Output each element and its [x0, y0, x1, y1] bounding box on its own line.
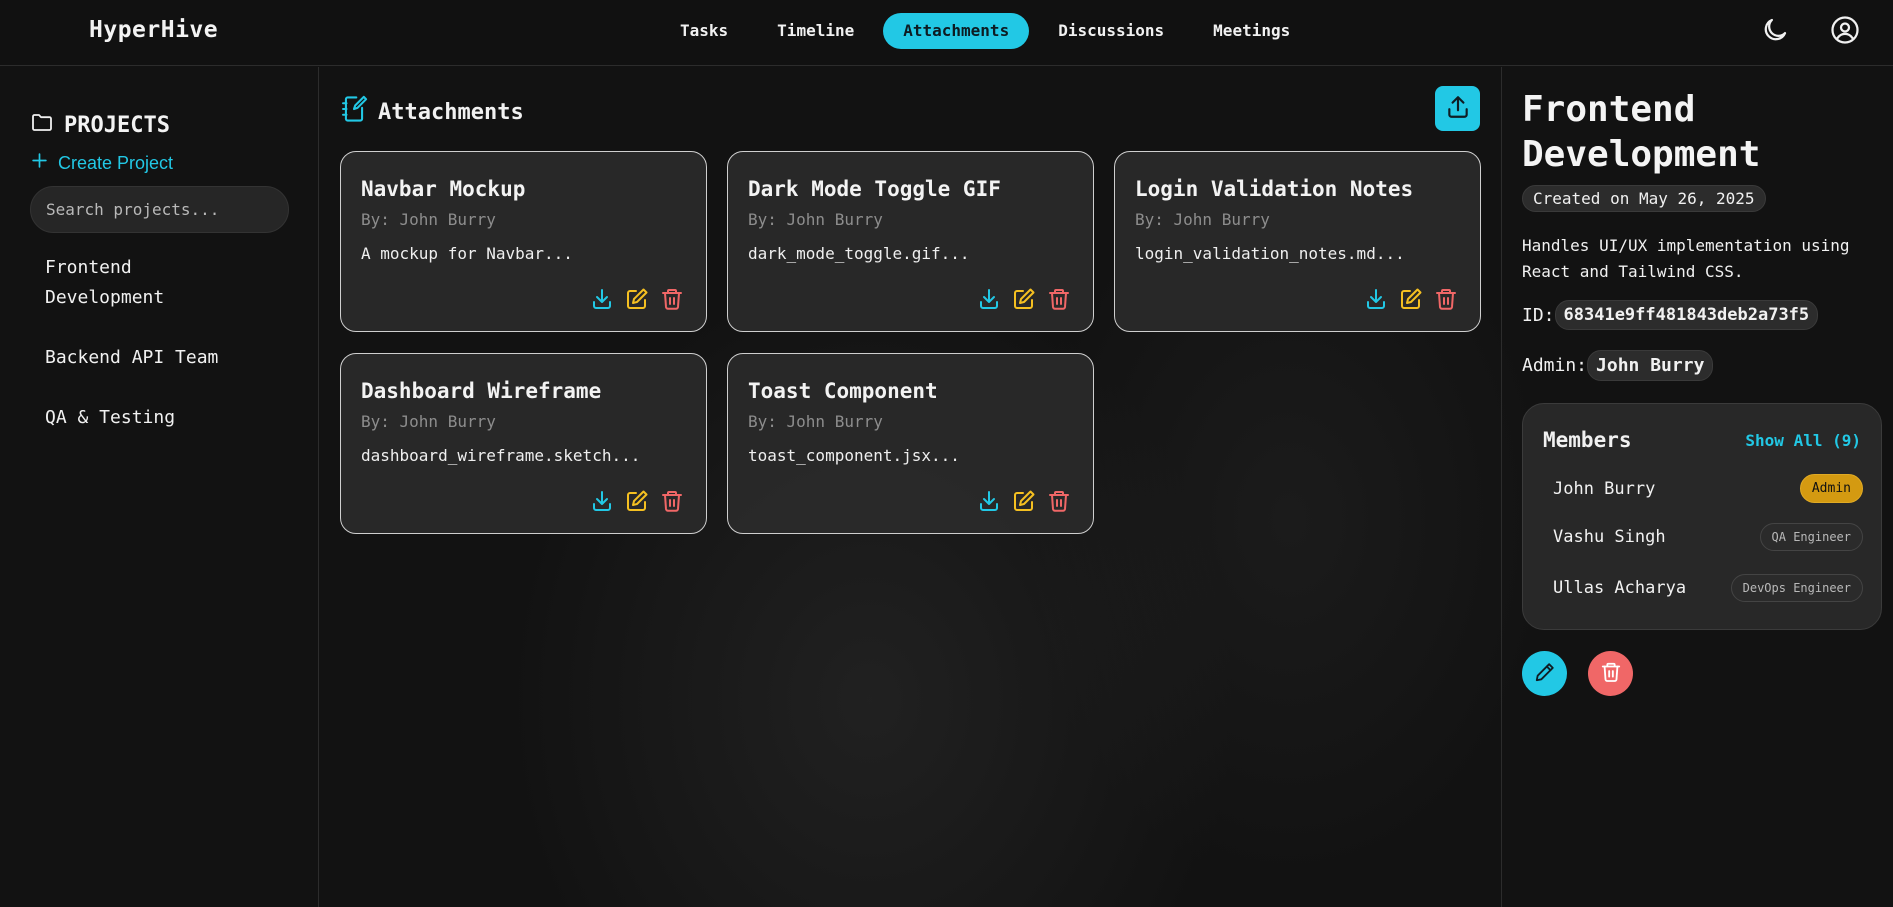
- attachment-title: Toast Component: [748, 379, 938, 403]
- nav-tab-discussions[interactable]: Discussions: [1038, 13, 1184, 49]
- nav-tab-attachments[interactable]: Attachments: [883, 13, 1030, 49]
- attachments-heading: Attachments: [340, 94, 524, 130]
- member-role-badge: Admin: [1799, 474, 1863, 503]
- create-project-button[interactable]: Create Project: [31, 152, 173, 174]
- edit-icon[interactable]: [625, 287, 649, 311]
- project-id-label: ID:: [1522, 304, 1555, 326]
- attachment-actions: [977, 287, 1071, 311]
- attachment-title: Login Validation Notes: [1135, 177, 1414, 201]
- project-item-qa-testing[interactable]: QA & Testing: [45, 403, 295, 433]
- edit-icon[interactable]: [1399, 287, 1423, 311]
- project-item-frontend-development[interactable]: Frontend Development: [45, 253, 175, 313]
- user-circle-icon[interactable]: [1830, 15, 1860, 45]
- main-nav: Tasks Timeline Attachments Discussions M…: [660, 13, 1319, 49]
- trash-icon: [1600, 661, 1622, 687]
- projects-heading: PROJECTS: [30, 110, 170, 140]
- project-details-panel: Frontend Development Created on May 26, …: [1501, 67, 1893, 907]
- attachments-title: Attachments: [378, 99, 524, 125]
- download-icon[interactable]: [977, 489, 1001, 513]
- edit-icon[interactable]: [1012, 489, 1036, 513]
- attachment-title: Dashboard Wireframe: [361, 379, 602, 403]
- member-role-badge: QA Engineer: [1759, 523, 1863, 551]
- project-admin-row: Admin: John Burry: [1522, 350, 1714, 381]
- member-name: Ullas Acharya: [1553, 578, 1687, 598]
- members-heading: Members: [1543, 428, 1632, 452]
- member-row: Ullas Acharya DevOps Engineer: [1553, 574, 1863, 602]
- attachment-description: login_validation_notes.md...: [1135, 244, 1405, 263]
- nav-tab-meetings[interactable]: Meetings: [1193, 13, 1310, 49]
- folder-icon: [30, 110, 54, 140]
- admin-label: Admin:: [1522, 355, 1588, 376]
- pencil-icon: [1534, 661, 1556, 687]
- search-projects-input[interactable]: [30, 186, 289, 233]
- project-title: Frontend Development: [1522, 89, 1761, 175]
- attachment-author: By: John Burry: [361, 412, 496, 431]
- nav-tab-timeline[interactable]: Timeline: [757, 13, 874, 49]
- member-row: Vashu Singh QA Engineer: [1553, 523, 1863, 551]
- attachment-title: Navbar Mockup: [361, 177, 526, 201]
- member-name: Vashu Singh: [1553, 527, 1666, 547]
- attachment-card: Login Validation Notes By: John Burry lo…: [1114, 151, 1481, 332]
- attachment-author: By: John Burry: [748, 210, 883, 229]
- attachments-main: Attachments Navbar Mockup By: John Burry…: [320, 67, 1501, 907]
- notebook-pen-icon: [340, 94, 368, 130]
- attachment-author: By: John Burry: [361, 210, 496, 229]
- attachment-card: Navbar Mockup By: John Burry A mockup fo…: [340, 151, 707, 332]
- trash-icon[interactable]: [1047, 489, 1071, 513]
- trash-icon[interactable]: [1047, 287, 1071, 311]
- trash-icon[interactable]: [660, 287, 684, 311]
- edit-icon[interactable]: [625, 489, 649, 513]
- download-icon[interactable]: [590, 489, 614, 513]
- nav-tab-tasks[interactable]: Tasks: [660, 13, 748, 49]
- upload-icon: [1445, 94, 1471, 124]
- attachment-description: toast_component.jsx...: [748, 446, 960, 465]
- attachment-card: Dashboard Wireframe By: John Burry dashb…: [340, 353, 707, 534]
- attachment-actions: [590, 287, 684, 311]
- delete-project-button[interactable]: [1588, 651, 1633, 696]
- project-id-row: ID: 68341e9ff481843deb2a73f5: [1522, 300, 1819, 330]
- attachment-card: Toast Component By: John Burry toast_com…: [727, 353, 1094, 534]
- upload-button[interactable]: [1435, 86, 1480, 131]
- plus-icon: [31, 152, 48, 174]
- member-name: John Burry: [1553, 478, 1656, 499]
- edit-icon[interactable]: [1012, 287, 1036, 311]
- trash-icon[interactable]: [660, 489, 684, 513]
- project-description: Handles UI/UX implementation using React…: [1522, 236, 1850, 281]
- trash-icon[interactable]: [1434, 287, 1458, 311]
- attachment-actions: [977, 489, 1071, 513]
- create-project-label: Create Project: [58, 152, 174, 173]
- project-list: Frontend Development Backend API Team QA…: [45, 253, 295, 463]
- attachment-card: Dark Mode Toggle GIF By: John Burry dark…: [727, 151, 1094, 332]
- created-date-badge: Created on May 26, 2025: [1522, 185, 1766, 212]
- edit-project-button[interactable]: [1522, 651, 1567, 696]
- project-id-value: 68341e9ff481843deb2a73f5: [1554, 300, 1819, 330]
- member-role-badge: DevOps Engineer: [1730, 574, 1863, 602]
- top-navbar: HyperHive Tasks Timeline Attachments Dis…: [0, 0, 1893, 66]
- attachment-author: By: John Burry: [748, 412, 883, 431]
- attachment-actions: [590, 489, 684, 513]
- download-icon[interactable]: [977, 287, 1001, 311]
- project-item-backend-api-team[interactable]: Backend API Team: [45, 343, 295, 373]
- download-icon[interactable]: [590, 287, 614, 311]
- member-row: John Burry Admin: [1553, 474, 1863, 503]
- members-card: Members Show All (9) John Burry Admin Va…: [1522, 403, 1882, 630]
- app-brand[interactable]: HyperHive: [89, 17, 218, 43]
- attachment-title: Dark Mode Toggle GIF: [748, 177, 1001, 201]
- download-icon[interactable]: [1364, 287, 1388, 311]
- projects-heading-label: PROJECTS: [64, 112, 170, 138]
- moon-icon[interactable]: [1760, 15, 1790, 45]
- attachment-description: dark_mode_toggle.gif...: [748, 244, 970, 263]
- show-all-members-link[interactable]: Show All (9): [1745, 431, 1861, 450]
- attachment-description: dashboard_wireframe.sketch...: [361, 446, 641, 465]
- attachment-description: A mockup for Navbar...: [361, 244, 573, 263]
- attachment-author: By: John Burry: [1135, 210, 1270, 229]
- projects-sidebar: PROJECTS Create Project Frontend Develop…: [0, 67, 319, 907]
- admin-value: John Burry: [1587, 350, 1714, 381]
- attachment-actions: [1364, 287, 1458, 311]
